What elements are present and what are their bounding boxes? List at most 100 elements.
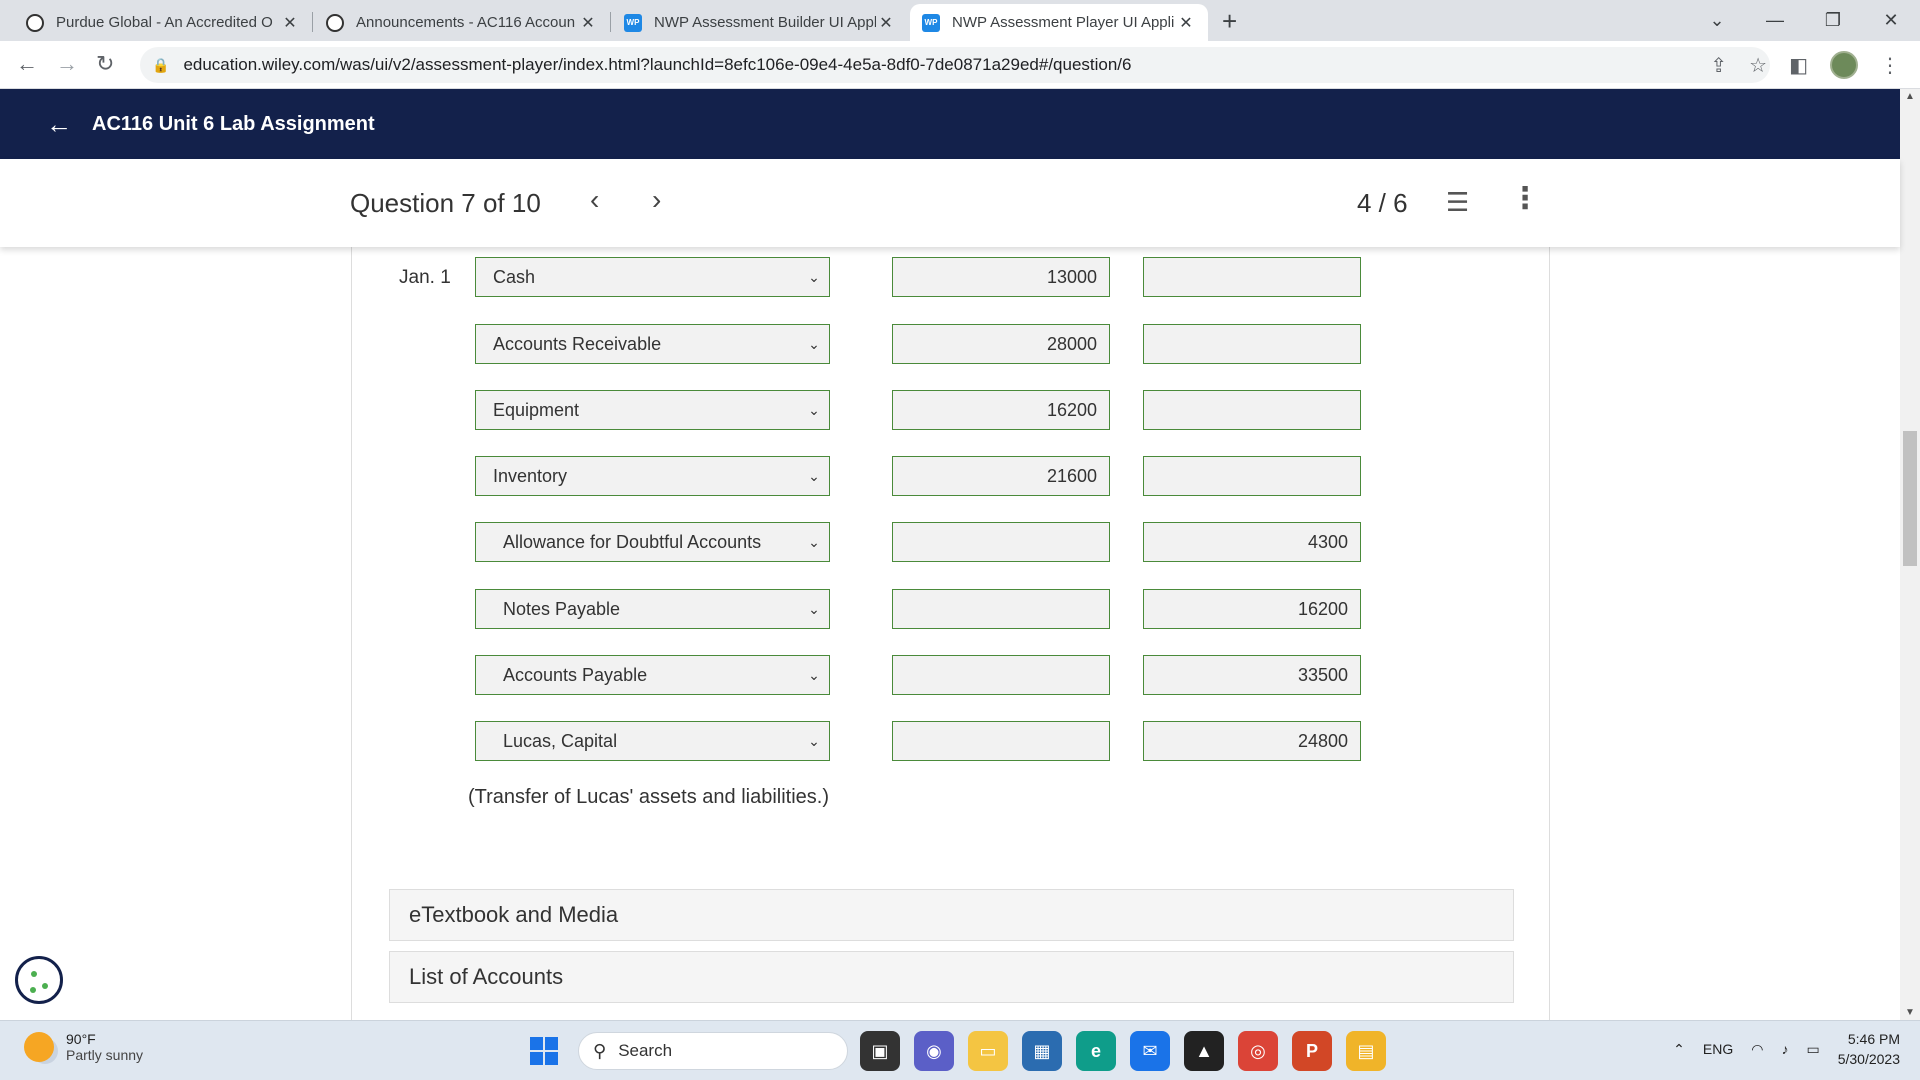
list-of-accounts-panel[interactable]: List of Accounts [389, 951, 1514, 1003]
tray-overflow-icon[interactable]: ⌃ [1673, 1041, 1685, 1058]
account-select[interactable]: Accounts Payable ⌄ [475, 655, 830, 695]
forward-arrow-icon[interactable]: → [56, 51, 78, 77]
weather-widget[interactable]: 90°F Partly sunny [24, 1031, 143, 1063]
credit-input[interactable]: 4300 [1143, 522, 1361, 562]
file-app-icon[interactable]: ▤ [1346, 1031, 1386, 1071]
page-scrollbar[interactable]: ▲ ▼ [1900, 89, 1920, 1020]
edge-icon[interactable]: e [1076, 1031, 1116, 1071]
account-select[interactable]: Notes Payable ⌄ [475, 589, 830, 629]
tab-search-icon[interactable]: ⌄ [1688, 10, 1746, 31]
account-select[interactable]: Allowance for Doubtful Accounts ⌄ [475, 522, 830, 562]
search-icon: ⚲ [593, 1040, 607, 1061]
browser-tab-announcements[interactable]: Announcements - AC116 Accoun ✕ [314, 4, 610, 41]
account-select[interactable]: Accounts Receivable ⌄ [475, 324, 830, 364]
chrome-icon[interactable]: ◎ [1238, 1031, 1278, 1071]
chevron-left-icon[interactable]: ‹ [590, 184, 599, 216]
purdue-icon [26, 13, 44, 32]
close-icon[interactable]: ✕ [280, 13, 300, 33]
powerpoint-icon[interactable]: P [1292, 1031, 1332, 1071]
account-select[interactable]: Cash ⌄ [475, 257, 830, 297]
journal-row: Cash ⌄ 13000 [352, 257, 1549, 297]
partly-sunny-icon [24, 1032, 54, 1062]
back-arrow-icon[interactable]: ← [16, 51, 38, 77]
credit-input[interactable]: 24800 [1143, 721, 1361, 761]
close-icon[interactable]: ✕ [876, 13, 896, 33]
assignment-title: AC116 Unit 6 Lab Assignment [92, 112, 375, 135]
share-icon[interactable]: ⇪ [1710, 53, 1727, 78]
debit-input[interactable]: 28000 [892, 324, 1110, 364]
chevron-down-icon: ⌄ [808, 467, 820, 484]
tab-title: NWP Assessment Builder UI Appl [654, 14, 876, 31]
credit-input[interactable]: 16200 [1143, 589, 1361, 629]
scrollbar-thumb[interactable] [1903, 431, 1917, 566]
account-select[interactable]: Lucas, Capital ⌄ [475, 721, 830, 761]
browser-tab-assessment-player[interactable]: WP NWP Assessment Player UI Appli ✕ [910, 4, 1208, 41]
clock[interactable]: 5:46 PM 5/30/2023 [1838, 1029, 1900, 1069]
bookmark-star-icon[interactable]: ☆ [1749, 53, 1767, 78]
credit-input[interactable] [1143, 257, 1361, 297]
debit-input[interactable]: 16200 [892, 390, 1110, 430]
debit-input[interactable] [892, 522, 1110, 562]
debit-input[interactable] [892, 655, 1110, 695]
journal-entry-panel: Jan. 1 Cash ⌄ 13000 Accounts Receivable ⌄ … [351, 247, 1550, 1020]
cookie-settings-icon[interactable] [15, 956, 63, 1004]
adobe-icon[interactable]: ▲ [1184, 1031, 1224, 1071]
back-arrow-icon[interactable]: ← [46, 109, 72, 140]
mail-icon[interactable]: ✉ [1130, 1031, 1170, 1071]
debit-input[interactable]: 13000 [892, 257, 1110, 297]
browser-tab-purdue-global[interactable]: Purdue Global - An Accredited O ✕ [14, 4, 312, 41]
menu-kebab-icon[interactable]: ⋮ [1880, 53, 1900, 78]
question-label: Question 7 of 10 [350, 188, 541, 218]
credit-input[interactable] [1143, 390, 1361, 430]
question-navigation-bar: Question 7 of 10 ‹ › 4 / 6 ☰ ⋮ [0, 159, 1900, 247]
credit-input[interactable] [1143, 456, 1361, 496]
store-icon[interactable]: ▦ [1022, 1031, 1062, 1071]
weather-temperature: 90°F [66, 1031, 96, 1047]
chat-icon[interactable]: ◉ [914, 1031, 954, 1071]
windows-taskbar: 90°F Partly sunny ⚲ Search ▣ ◉ ▭ ▦ e ✉ ▲… [0, 1020, 1920, 1080]
browser-tab-strip: Purdue Global - An Accredited O ✕ Announ… [0, 0, 1920, 41]
battery-icon[interactable]: ▭ [1806, 1041, 1819, 1058]
account-select[interactable]: Equipment ⌄ [475, 390, 830, 430]
chevron-down-icon: ⌄ [808, 401, 820, 418]
task-view-icon[interactable]: ▣ [860, 1031, 900, 1071]
etextbook-media-panel[interactable]: eTextbook and Media [389, 889, 1514, 941]
part-progress: 4 / 6 [1357, 188, 1408, 218]
file-explorer-icon[interactable]: ▭ [968, 1031, 1008, 1071]
browser-tab-assessment-builder[interactable]: WP NWP Assessment Builder UI Appl ✕ [612, 4, 908, 41]
tab-title: Announcements - AC116 Accoun [356, 14, 576, 31]
chevron-down-icon: ⌄ [808, 732, 820, 749]
scroll-up-icon[interactable]: ▲ [1905, 91, 1915, 102]
account-select[interactable]: Inventory ⌄ [475, 456, 830, 496]
scroll-down-icon[interactable]: ▼ [1905, 1007, 1915, 1018]
chevron-right-icon[interactable]: › [652, 184, 661, 216]
debit-input[interactable] [892, 589, 1110, 629]
credit-input[interactable] [1143, 324, 1361, 364]
language-indicator[interactable]: ENG [1703, 1041, 1733, 1057]
avatar[interactable] [1830, 51, 1858, 79]
debit-input[interactable]: 21600 [892, 456, 1110, 496]
tab-title: Purdue Global - An Accredited O [56, 14, 273, 31]
purdue-icon [326, 13, 344, 32]
taskbar-search[interactable]: ⚲ Search [578, 1032, 848, 1070]
windows-start-icon[interactable] [530, 1037, 558, 1065]
volume-icon[interactable]: ♪ [1781, 1041, 1788, 1057]
lock-icon: 🔒 [152, 56, 170, 73]
window-close-icon[interactable]: ✕ [1862, 10, 1920, 31]
restore-icon[interactable]: ❐ [1804, 10, 1862, 31]
reload-icon[interactable]: ↻ [96, 51, 114, 77]
new-tab-button[interactable]: + [1222, 6, 1237, 37]
more-vertical-icon[interactable]: ⋮ [1510, 181, 1540, 216]
credit-input[interactable]: 33500 [1143, 655, 1361, 695]
chevron-down-icon: ⌄ [808, 600, 820, 617]
side-panel-icon[interactable]: ◧ [1789, 53, 1808, 78]
journal-row: Allowance for Doubtful Accounts ⌄ 4300 [352, 522, 1549, 562]
question-list-icon[interactable]: ☰ [1446, 187, 1469, 218]
close-icon[interactable]: ✕ [578, 13, 598, 33]
minimize-icon[interactable]: — [1746, 10, 1804, 31]
debit-input[interactable] [892, 721, 1110, 761]
wifi-icon[interactable]: ◠ [1751, 1041, 1763, 1058]
close-icon[interactable]: ✕ [1176, 13, 1196, 33]
address-bar[interactable]: 🔒 education.wiley.com/was/ui/v2/assessme… [140, 47, 1770, 83]
wp-icon: WP [922, 13, 940, 32]
